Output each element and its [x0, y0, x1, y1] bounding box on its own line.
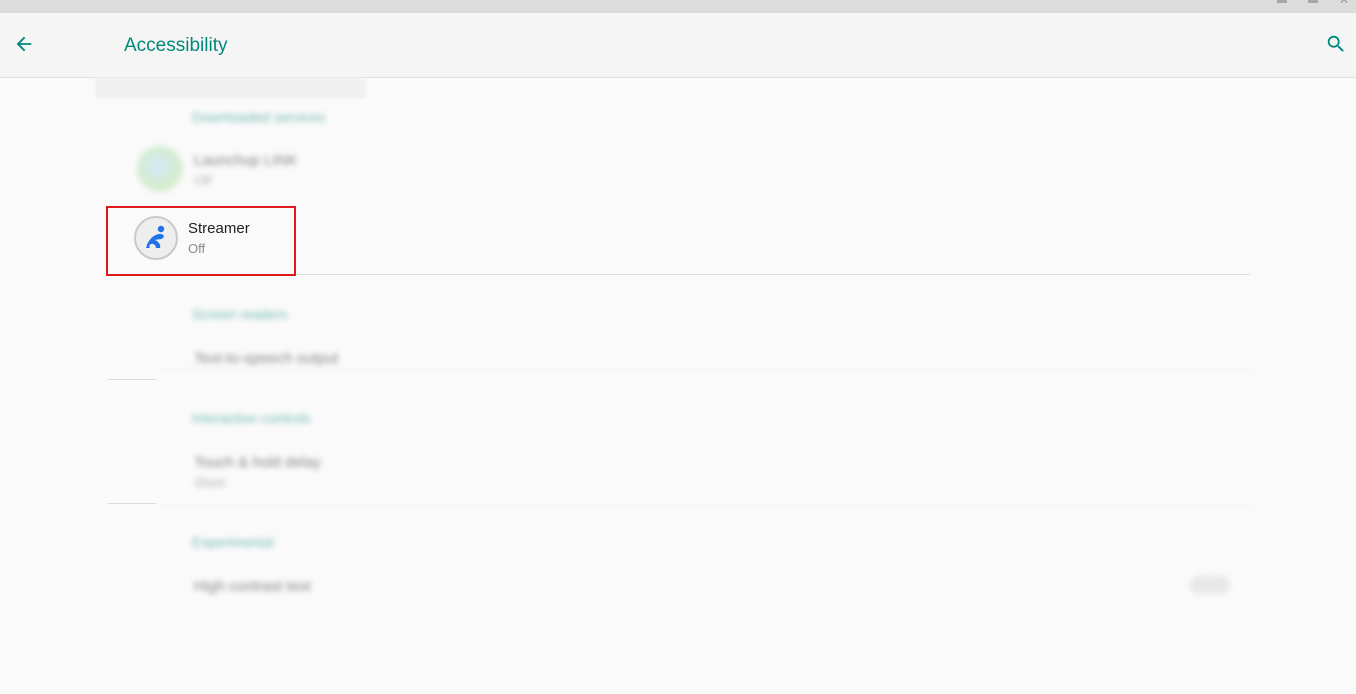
page-title: Accessibility [124, 35, 228, 56]
window-title-bar: ✕ [0, 0, 1356, 13]
section-header-interaction-controls: Interaction controls [192, 410, 311, 426]
arrow-back-icon [13, 33, 35, 59]
list-item-title[interactable]: Launchup LINK [194, 152, 297, 169]
section-header-experimental: Experimental [192, 534, 274, 550]
divider [166, 274, 1250, 275]
list-item-title: Streamer [188, 220, 250, 237]
list-item-summary: Off [194, 173, 212, 188]
scroll-shadow [95, 78, 366, 98]
back-button[interactable] [10, 32, 38, 60]
app-toolbar: Accessibility [0, 13, 1356, 78]
search-icon [1325, 33, 1347, 59]
list-item-summary: Off [188, 241, 206, 256]
section-header-downloaded-services: Downloaded services [192, 109, 326, 125]
close-window-icon[interactable]: ✕ [1339, 0, 1351, 6]
list-item-summary: Short [194, 475, 226, 490]
list-item-streamer[interactable]: Streamer Off [108, 208, 293, 274]
high-contrast-toggle[interactable] [1190, 576, 1230, 594]
divider [108, 379, 156, 380]
launchup-link-icon [137, 146, 183, 192]
search-button[interactable] [1322, 32, 1350, 60]
streamer-app-icon [134, 216, 178, 260]
divider [156, 504, 1256, 505]
section-header-screen-readers: Screen readers [192, 306, 288, 322]
list-item-title[interactable]: Text-to-speech output [194, 350, 338, 367]
divider [108, 503, 156, 504]
settings-list: Downloaded services Launchup LINK Off Sc… [0, 78, 1356, 694]
divider [156, 368, 1256, 369]
minimize-icon[interactable] [1277, 0, 1287, 3]
maximize-icon[interactable] [1308, 0, 1318, 3]
list-item-title[interactable]: High contrast text [194, 578, 311, 595]
list-item-title[interactable]: Touch & hold delay [194, 454, 321, 471]
